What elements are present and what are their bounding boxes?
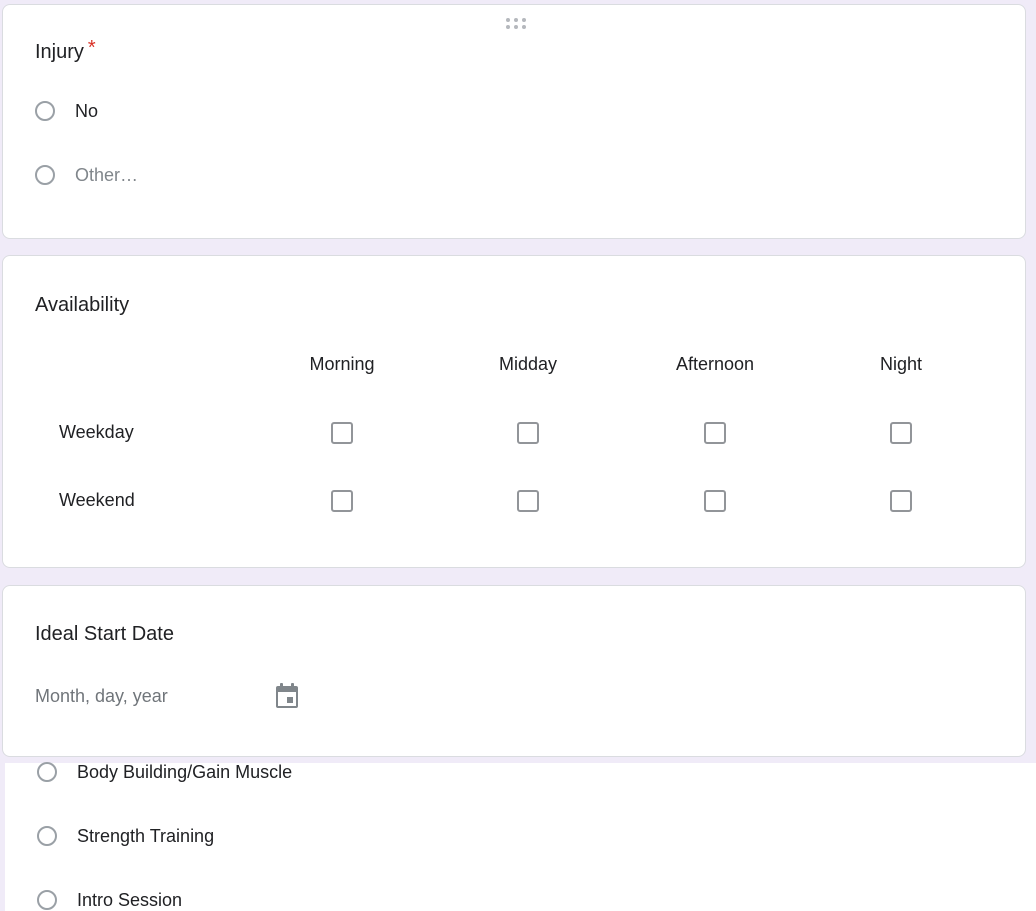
checkbox-weekday-midday[interactable]: [517, 422, 539, 444]
checkbox-weekday-afternoon[interactable]: [704, 422, 726, 444]
date-input-placeholder: Month, day, year: [35, 685, 168, 706]
injury-option-other[interactable]: Other…: [35, 160, 138, 190]
start-date-question-card: Ideal Start Date Month, day, year: [2, 585, 1026, 757]
radio-button[interactable]: [37, 890, 57, 910]
radio-button[interactable]: [37, 826, 57, 846]
service-option-intro-session[interactable]: Intro Session: [37, 885, 182, 911]
start-date-question-title: Ideal Start Date: [35, 623, 174, 645]
service-option-strength-training[interactable]: Strength Training: [37, 821, 214, 851]
service-question-card: Body Building/Gain Muscle Strength Train…: [5, 762, 1036, 911]
availability-question-card: Availability Morning Midday Afternoon Ni…: [2, 255, 1026, 568]
injury-option-other-label: Other…: [75, 164, 139, 185]
checkbox-weekday-night[interactable]: [890, 422, 912, 444]
service-option-intro-session-label: Intro Session: [77, 889, 183, 910]
injury-option-no[interactable]: No: [35, 96, 98, 126]
checkbox-weekend-morning[interactable]: [331, 490, 353, 512]
availability-question-title: Availability: [35, 294, 130, 316]
checkbox-weekend-midday[interactable]: [517, 490, 539, 512]
grid-column-afternoon: Afternoon: [675, 354, 755, 374]
calendar-icon[interactable]: [275, 683, 299, 709]
drag-handle-icon[interactable]: [505, 17, 529, 31]
grid-column-morning: Morning: [309, 354, 375, 374]
injury-option-no-label: No: [75, 100, 99, 121]
required-asterisk: *: [87, 37, 96, 59]
radio-button[interactable]: [35, 101, 55, 121]
radio-button[interactable]: [37, 762, 57, 782]
form-page: Injury * No Other… Availability Morning M…: [0, 0, 1036, 911]
injury-question-card: Injury * No Other…: [2, 4, 1026, 239]
service-option-strength-training-label: Strength Training: [77, 825, 215, 846]
injury-title-text: Injury: [35, 41, 84, 63]
service-option-body-building-label: Body Building/Gain Muscle: [77, 761, 293, 782]
grid-row-weekday: Weekday: [59, 422, 134, 442]
service-option-body-building[interactable]: Body Building/Gain Muscle: [37, 757, 292, 787]
checkbox-weekend-night[interactable]: [890, 490, 912, 512]
radio-button[interactable]: [35, 165, 55, 185]
date-input[interactable]: Month, day, year: [35, 681, 299, 711]
grid-column-midday: Midday: [498, 354, 558, 374]
grid-column-night: Night: [879, 354, 923, 374]
grid-row-weekend: Weekend: [59, 490, 135, 510]
checkbox-weekend-afternoon[interactable]: [704, 490, 726, 512]
checkbox-weekday-morning[interactable]: [331, 422, 353, 444]
injury-question-title: Injury *: [35, 37, 96, 64]
